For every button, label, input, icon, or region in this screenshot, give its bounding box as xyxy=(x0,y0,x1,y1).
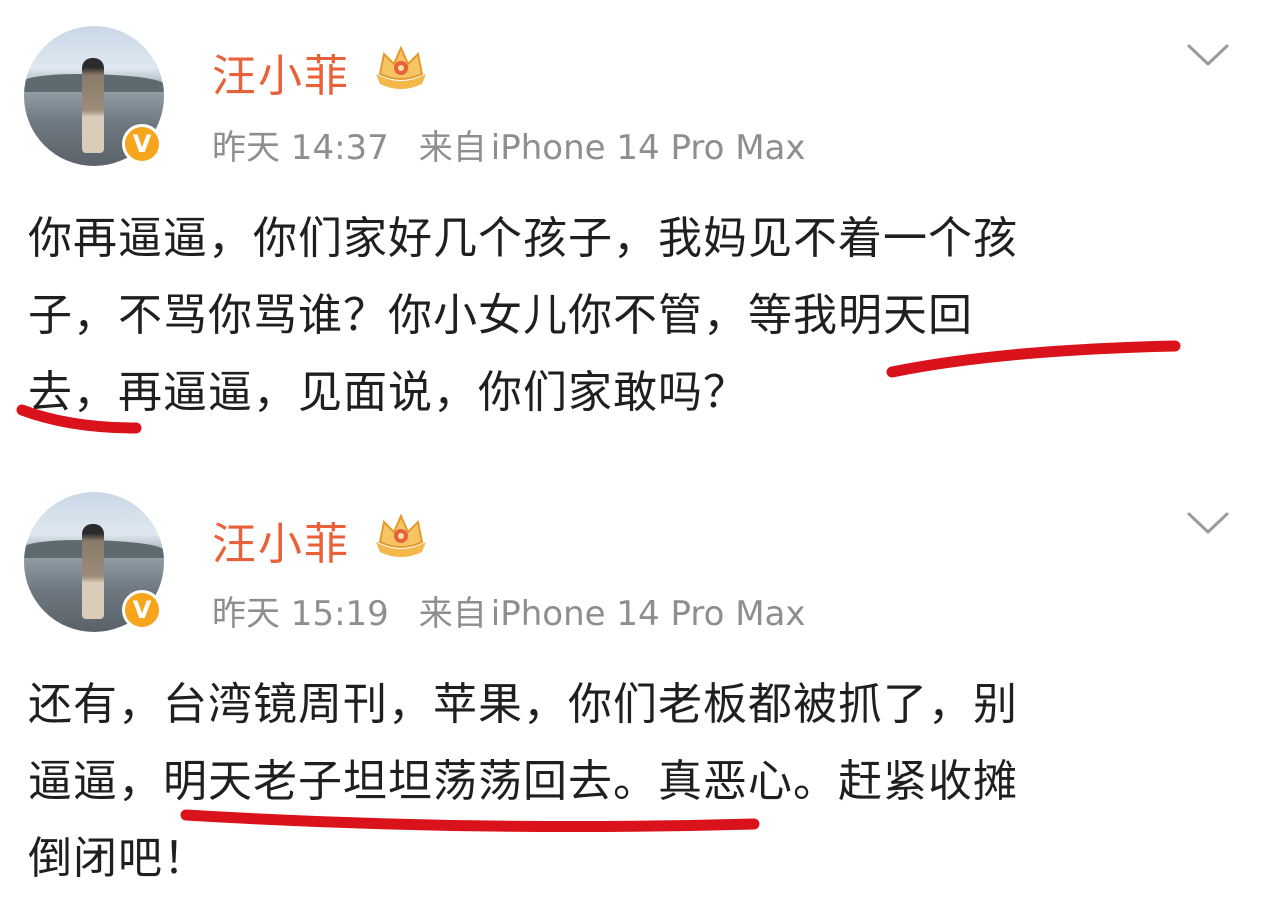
post-content: 你再逼逼，你们家好几个孩子，我妈见不着一个孩 子，不骂你骂谁？你小女儿你不管，等… xyxy=(28,200,1218,431)
weibo-post-1: V 汪小菲 昨天 14:37 来自 iPhone 14 Pro Max 你再逼逼，你… xyxy=(0,0,1266,452)
content-line: 你再逼逼，你们家好几个孩子，我妈见不着一个孩 xyxy=(28,213,1018,264)
username[interactable]: 汪小菲 xyxy=(212,40,350,104)
device-name[interactable]: iPhone 14 Pro Max xyxy=(491,594,806,634)
content-line: 倒闭吧！ xyxy=(28,833,208,884)
verified-badge-icon: V xyxy=(122,124,162,164)
post-time: 昨天 15:19 xyxy=(212,594,389,634)
chevron-down-icon[interactable] xyxy=(1186,510,1230,536)
post-time: 昨天 14:37 xyxy=(212,128,389,168)
crown-icon xyxy=(376,45,426,89)
verified-badge-icon: V xyxy=(122,590,162,630)
crown-icon xyxy=(376,513,426,557)
username[interactable]: 汪小菲 xyxy=(212,508,350,572)
chevron-down-icon[interactable] xyxy=(1186,42,1230,68)
content-line: 子，不骂你骂谁？你小女儿你不管，等我明天回 xyxy=(28,290,973,341)
post-meta: 昨天 15:19 来自 iPhone 14 Pro Max xyxy=(212,586,805,635)
post-meta: 昨天 14:37 来自 iPhone 14 Pro Max xyxy=(212,120,805,169)
device-name[interactable]: iPhone 14 Pro Max xyxy=(491,128,806,168)
post-content: 还有，台湾镜周刊，苹果，你们老板都被抓了，别 逼逼，明天老子坦坦荡荡回去。真恶心… xyxy=(28,666,1218,897)
weibo-post-2: V 汪小菲 昨天 15:19 来自 iPhone 14 Pro Max 还有，台湾镜… xyxy=(0,452,1266,914)
content-line: 还有，台湾镜周刊，苹果，你们老板都被抓了，别 xyxy=(28,679,1018,730)
source-label: 来自 xyxy=(418,128,487,168)
content-line: 逼逼，明天老子坦坦荡荡回去。真恶心。赶紧收摊 xyxy=(28,756,1018,807)
content-line: 去，再逼逼，见面说，你们家敢吗？ xyxy=(28,367,748,418)
source-label: 来自 xyxy=(418,594,487,634)
